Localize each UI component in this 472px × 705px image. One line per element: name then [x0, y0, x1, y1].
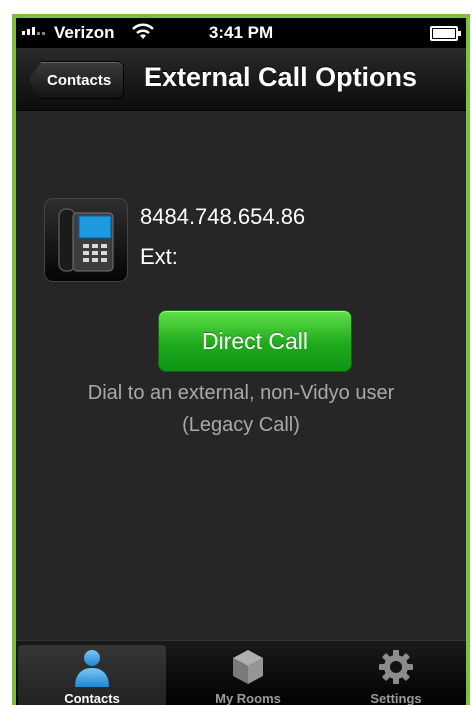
status-bar: Verizon 3:41 PM [16, 18, 466, 48]
page-title: External Call Options [144, 62, 418, 92]
tab-my-rooms[interactable]: My Rooms [174, 645, 322, 705]
navigation-bar: Contacts External Call Options [16, 48, 466, 111]
tab-bar: Contacts My Rooms Settings [16, 640, 466, 705]
desk-phone-icon [44, 198, 128, 282]
person-icon [75, 650, 109, 687]
cube-icon [233, 650, 263, 684]
phone-frame: Verizon 3:41 PM Contacts External Call O… [0, 0, 472, 705]
status-time: 3:41 PM [208, 23, 274, 42]
call-description-note: (Legacy Call) [182, 414, 300, 436]
tab-contacts[interactable]: Contacts [18, 645, 166, 705]
tab-settings[interactable]: Settings [322, 645, 466, 705]
extension-label: Ext: [140, 244, 178, 269]
tab-label: Contacts [64, 691, 120, 705]
direct-call-button[interactable]: Direct Call [158, 310, 352, 372]
battery-icon [430, 26, 461, 41]
call-description: Dial to an external, non-Vidyo user [87, 382, 395, 404]
app-screen: Verizon 3:41 PM Contacts External Call O… [12, 14, 470, 705]
tab-label: Settings [370, 691, 422, 705]
gear-icon [379, 650, 413, 684]
phone-number: 8484.748.654.86 [140, 204, 306, 229]
tab-label: My Rooms [215, 691, 281, 705]
back-button[interactable]: Contacts [28, 61, 125, 99]
